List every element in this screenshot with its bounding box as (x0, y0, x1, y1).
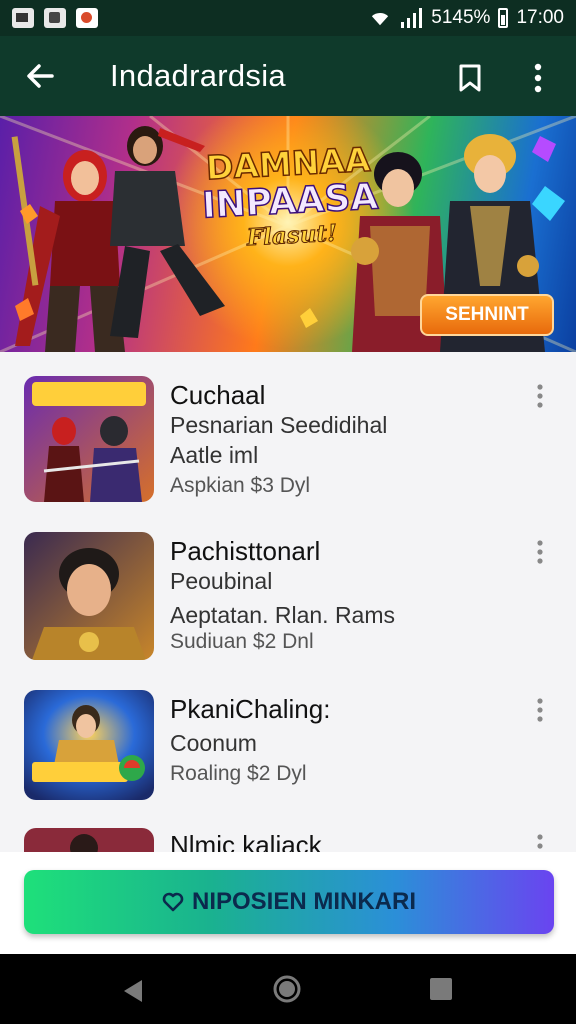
more-vert-icon (537, 698, 543, 722)
photo-icon (12, 8, 34, 28)
promo-banner[interactable]: DAMNAA INPAASA Flasut! SEHNINT (0, 116, 576, 352)
bookmark-button[interactable] (448, 56, 492, 100)
back-arrow-icon (27, 64, 54, 88)
thumbnail-art (24, 532, 154, 660)
hero-red-warrior (11, 136, 125, 352)
more-options-button[interactable] (516, 56, 560, 100)
list-item[interactable]: Cuchaal Pesnarian Seedidihal Aatle iml A… (0, 376, 576, 516)
game-thumbnail (24, 376, 154, 502)
battery-percent: 5145% (431, 7, 491, 28)
banner-title: DAMNAA INPAASA Flasut! (197, 139, 382, 254)
back-button[interactable] (0, 36, 80, 116)
nav-recents-icon[interactable] (428, 976, 454, 1002)
item-menu-button[interactable] (528, 536, 552, 568)
notification-icons (12, 8, 98, 28)
item-description: Aatle iml (170, 442, 259, 468)
system-status: 5145% 17:00 (369, 7, 564, 29)
item-description: Aeptatan. Rlan. Rams (170, 602, 396, 628)
game-thumbnail (24, 690, 154, 800)
footer: NIPOSIEN MINKARI (0, 852, 576, 954)
item-meta: Roaling $2 Dyl (170, 762, 307, 785)
battery-icon (498, 8, 509, 28)
app-bar: Indadrardsia (0, 36, 576, 116)
shield-heart-icon (162, 892, 184, 912)
bookmark-icon (459, 64, 481, 92)
item-meta: Sudiuan $2 Dnl (170, 630, 314, 653)
signal-icon (401, 8, 423, 28)
primary-cta-button[interactable]: NIPOSIEN MINKARI (24, 870, 554, 934)
more-vert-icon (534, 63, 542, 93)
thumbnail-art (24, 690, 154, 800)
page-title: Indadrardsia (110, 58, 286, 93)
item-menu-button[interactable] (528, 694, 552, 726)
nav-back-icon[interactable] (118, 976, 148, 1006)
nav-home-icon[interactable] (272, 974, 302, 1004)
item-subtitle: Pesnarian Seedidihal (170, 412, 388, 438)
item-title: Cuchaal (170, 380, 266, 410)
item-menu-button[interactable] (528, 380, 552, 412)
more-vert-icon (537, 384, 543, 408)
list-item[interactable]: Nlmic kaliack (0, 828, 576, 852)
app-icon (76, 8, 98, 28)
item-title: Nlmic kaliack (170, 830, 322, 852)
more-vert-icon (537, 834, 543, 849)
wifi-icon (372, 12, 389, 26)
gallery-icon (44, 8, 66, 28)
banner-cta-button[interactable]: SEHNINT (420, 294, 554, 336)
primary-cta-label: NIPOSIEN MINKARI (191, 888, 416, 915)
item-subtitle: Peoubinal (170, 568, 273, 594)
item-meta: Aspkian $3 Dyl (170, 474, 311, 497)
list-item[interactable]: PkaniChaling: Coonum Roaling $2 Dyl (0, 690, 576, 830)
thumbnail-art (24, 376, 154, 502)
clock: 17:00 (516, 7, 564, 28)
item-title: Pachisttonarl (170, 536, 321, 566)
more-vert-icon (537, 540, 543, 564)
game-list: Cuchaal Pesnarian Seedidihal Aatle iml A… (0, 352, 576, 852)
item-subtitle: Coonum (170, 730, 257, 756)
system-nav-bar (0, 954, 576, 1024)
item-title: PkaniChaling: (170, 694, 331, 724)
game-thumbnail (24, 532, 154, 660)
status-bar: 5145% 17:00 (0, 0, 576, 36)
game-thumbnail (24, 828, 154, 852)
item-menu-button[interactable] (528, 830, 552, 852)
list-item[interactable]: Pachisttonarl Peoubinal Aeptatan. Rlan. … (0, 532, 576, 672)
thumbnail-art (24, 828, 154, 852)
